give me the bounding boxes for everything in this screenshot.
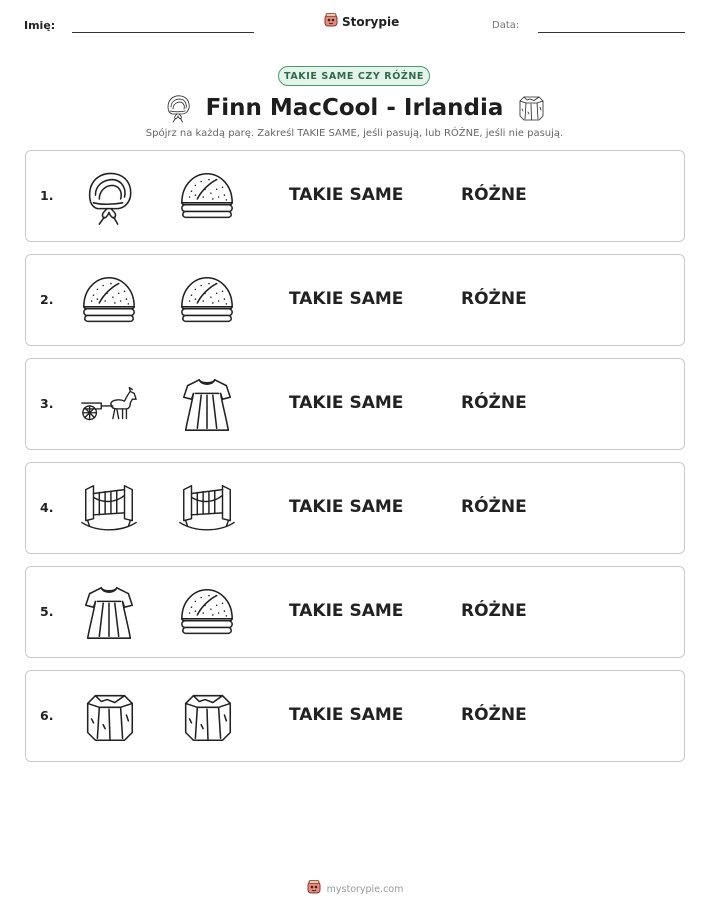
option-same[interactable]: TAKIE SAME bbox=[289, 289, 403, 309]
option-different[interactable]: RÓŻNE bbox=[461, 601, 527, 621]
exercise-row: 5. TAKIE SAME RÓŻNE bbox=[25, 566, 685, 658]
cradle-icon bbox=[78, 478, 140, 540]
stone-block-icon bbox=[78, 686, 140, 748]
row-number: 5. bbox=[40, 604, 54, 619]
exercise-row: 2. TAKIE SAME RÓŻNE bbox=[25, 254, 685, 346]
name-field[interactable] bbox=[72, 32, 254, 33]
exercise-row: 3. TAKIE SAME RÓŻNE bbox=[25, 358, 685, 450]
date-label: Data: bbox=[492, 20, 520, 31]
option-same[interactable]: TAKIE SAME bbox=[289, 705, 403, 725]
name-label: Imię: bbox=[24, 19, 56, 32]
worksheet-header: Imię: Storypie Data: bbox=[0, 0, 709, 50]
exercise-row: 6. TAKIE SAME RÓŻNE bbox=[25, 670, 685, 762]
option-same[interactable]: TAKIE SAME bbox=[289, 497, 403, 517]
bread-loaf-icon bbox=[176, 582, 238, 644]
row-number: 2. bbox=[40, 292, 54, 307]
option-same[interactable]: TAKIE SAME bbox=[289, 185, 403, 205]
footer-site: mystorypie.com bbox=[326, 883, 404, 895]
footer: mystorypie.com bbox=[0, 879, 709, 899]
bonnet-icon bbox=[162, 92, 194, 124]
storypie-logo-icon bbox=[306, 879, 322, 899]
bonnet-icon bbox=[78, 166, 140, 228]
option-different[interactable]: RÓŻNE bbox=[461, 289, 527, 309]
cradle-icon bbox=[176, 478, 238, 540]
option-same[interactable]: TAKIE SAME bbox=[289, 601, 403, 621]
brand-name: Storypie bbox=[342, 15, 400, 29]
exercise-row: 1. TAKIE SAME RÓŻNE bbox=[25, 150, 685, 242]
bread-loaf-icon bbox=[78, 270, 140, 332]
option-same[interactable]: TAKIE SAME bbox=[289, 393, 403, 413]
brand-logo: Storypie bbox=[323, 12, 399, 32]
worksheet-type-badge: TAKIE SAME CZY RÓŻNE bbox=[278, 66, 430, 86]
horse-cart-icon bbox=[78, 374, 140, 436]
row-number: 1. bbox=[40, 188, 54, 203]
row-number: 4. bbox=[40, 500, 54, 515]
option-different[interactable]: RÓŻNE bbox=[461, 705, 527, 725]
option-different[interactable]: RÓŻNE bbox=[461, 497, 527, 517]
dress-icon bbox=[78, 582, 140, 644]
date-field[interactable] bbox=[538, 32, 685, 33]
dress-icon bbox=[176, 374, 238, 436]
page-title: Finn MacCool - Irlandia bbox=[205, 95, 504, 121]
row-number: 6. bbox=[40, 708, 54, 723]
stone-block-icon bbox=[176, 686, 238, 748]
stone-block-icon bbox=[515, 92, 547, 124]
option-different[interactable]: RÓŻNE bbox=[461, 185, 527, 205]
exercise-list: 1. TAKIE SAME RÓŻNE 2. TAKIE SAME RÓŻNE … bbox=[25, 150, 685, 774]
exercise-row: 4. TAKIE SAME RÓŻNE bbox=[25, 462, 685, 554]
row-number: 3. bbox=[40, 396, 54, 411]
storypie-logo-icon bbox=[323, 12, 339, 32]
title-row: Finn MacCool - Irlandia bbox=[0, 91, 709, 125]
option-different[interactable]: RÓŻNE bbox=[461, 393, 527, 413]
bread-loaf-icon bbox=[176, 166, 238, 228]
instructions: Spójrz na każdą parę. Zakreśl TAKIE SAME… bbox=[145, 128, 564, 139]
bread-loaf-icon bbox=[176, 270, 238, 332]
